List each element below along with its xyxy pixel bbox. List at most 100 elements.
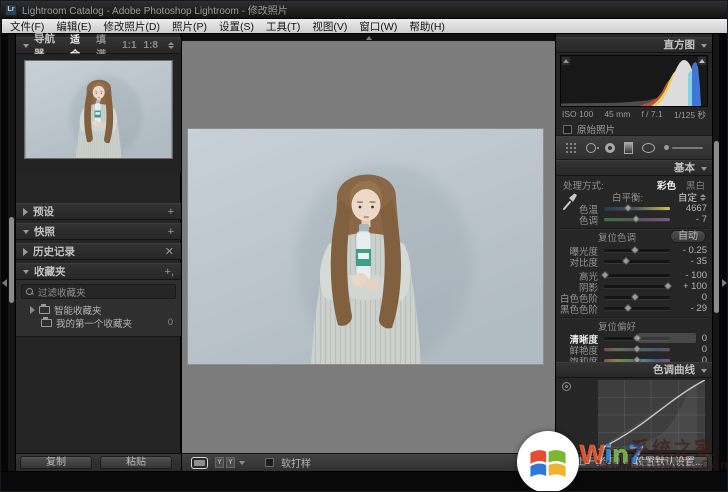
target-adjustment-icon[interactable] [562, 382, 571, 391]
graduated-filter-icon[interactable] [624, 142, 633, 154]
radial-filter-icon[interactable] [642, 143, 655, 153]
collapse-up-icon[interactable] [366, 36, 372, 40]
chevron-down-icon [701, 167, 707, 171]
original-photo-checkbox[interactable] [563, 125, 572, 134]
top-panel-collapse-strip[interactable] [182, 34, 555, 41]
slider-thumb[interactable] [631, 293, 639, 301]
panel-collections[interactable]: 收藏夹 +, [16, 263, 181, 280]
filmstrip-collapsed[interactable] [1, 471, 728, 492]
menu-tools[interactable]: 工具(T) [260, 19, 306, 34]
presets-add-button[interactable]: + [168, 206, 174, 218]
highlights-slider[interactable] [604, 274, 670, 277]
menu-view[interactable]: 视图(V) [306, 19, 353, 34]
wb-select[interactable]: 自定 [678, 190, 712, 204]
slider-thumb[interactable] [631, 215, 639, 223]
chevron-down-icon[interactable] [239, 461, 245, 465]
panel-presets[interactable]: 预设 + [16, 203, 181, 220]
tint-slider[interactable] [604, 218, 670, 221]
highlight-clipping-toggle[interactable] [697, 56, 707, 66]
soft-proof-checkbox[interactable] [265, 458, 274, 467]
before-after-left-icon[interactable]: Y [215, 457, 224, 468]
basic-header[interactable]: 基本 [556, 160, 712, 176]
menu-settings[interactable]: 设置(S) [213, 19, 260, 34]
crop-icon[interactable] [565, 142, 577, 154]
snapshots-add-button[interactable]: + [168, 226, 174, 238]
folder-icon [39, 306, 50, 314]
slider-thumb[interactable] [633, 334, 641, 342]
collection-icon [41, 319, 52, 327]
vibrance-slider[interactable] [604, 348, 670, 351]
spot-removal-icon[interactable] [586, 143, 596, 153]
previous-button[interactable]: 上一张 [561, 456, 621, 469]
loupe-view-icon[interactable] [191, 457, 208, 469]
soft-proof-label: 软打样 [281, 455, 311, 470]
preview-area: Y Y 软打样 [181, 34, 556, 471]
histogram-header[interactable]: 直方图 [556, 37, 712, 53]
search-icon [26, 288, 34, 296]
zoom-1-1[interactable]: 1:1 [122, 40, 136, 51]
right-panel-group: 直方图 ISO 100 45 mm f / 7.1 1/125 秒 原始照片 [556, 34, 712, 471]
navigator-header[interactable]: 导航器 适合 填满 1:1 1:8 [16, 37, 181, 54]
chevron-down-icon [701, 44, 707, 48]
adjustment-brush-icon[interactable] [664, 145, 703, 150]
paste-button[interactable]: 粘贴 [100, 456, 172, 469]
collection-item-smart[interactable]: 智能收藏夹 [16, 303, 181, 316]
menu-window[interactable]: 窗口(W) [353, 19, 403, 34]
panel-snapshots[interactable]: 快照 + [16, 223, 181, 240]
original-photo-row: 原始照片 [563, 122, 615, 136]
chevron-right-icon [30, 306, 35, 314]
left-panel-collapse-strip[interactable] [1, 34, 8, 471]
exposure-slider[interactable] [604, 249, 670, 252]
shadows-slider[interactable] [604, 285, 670, 288]
menu-help[interactable]: 帮助(H) [403, 19, 451, 34]
redeye-icon[interactable] [605, 143, 615, 153]
aperture-value: f / 7.1 [641, 109, 662, 121]
zoom-spinner-icon[interactable] [168, 42, 174, 49]
presence-section-row: 复位偏好 [556, 320, 712, 332]
lightroom-window: Lr Lightroom Catalog - Adobe Photoshop L… [0, 0, 728, 492]
shadow-clipping-toggle[interactable] [561, 56, 571, 66]
slider-thumb[interactable] [631, 246, 639, 254]
history-clear-button[interactable]: ✕ [165, 245, 174, 258]
zoom-1-8[interactable]: 1:8 [144, 40, 158, 51]
set-default-button[interactable]: 设置默认设置... [630, 456, 708, 469]
app-icon: Lr [5, 4, 17, 16]
collections-add-button[interactable]: +, [165, 266, 174, 278]
slider-thumb[interactable] [633, 345, 641, 353]
treatment-color-option[interactable]: 彩色 [657, 178, 676, 192]
right-footer: 上一张 设置默认设置... [556, 453, 712, 471]
collapse-left-icon[interactable] [2, 279, 7, 287]
chevron-right-icon [23, 248, 28, 256]
tone-curve-header[interactable]: 色调曲线 [556, 362, 712, 378]
auto-tone-button[interactable]: 自动 [670, 230, 706, 243]
blacks-slider[interactable] [604, 307, 670, 310]
collections-filter-input[interactable]: 过滤收藏夹 [21, 284, 176, 299]
right-panel-collapse-strip[interactable] [719, 34, 728, 471]
chevron-down-icon [23, 270, 29, 274]
before-after-right-icon[interactable]: Y [226, 457, 235, 468]
clarity-slider[interactable] [604, 337, 670, 340]
copy-button[interactable]: 复制 [20, 456, 92, 469]
main-photo[interactable] [188, 129, 543, 364]
temp-slider[interactable] [604, 207, 670, 210]
basic-title: 基本 [674, 162, 695, 174]
navigator-thumbnail[interactable] [25, 61, 172, 158]
left-scrollbar-thumb[interactable] [9, 217, 14, 303]
right-scrollbar[interactable] [712, 34, 719, 471]
collection-item-first[interactable]: 我的第一个收藏夹 0 [16, 316, 181, 329]
snapshots-title: 快照 [34, 224, 55, 239]
slider-thumb[interactable] [624, 204, 632, 212]
iso-value: ISO 100 [562, 109, 593, 121]
contrast-slider[interactable] [604, 260, 670, 263]
left-scrollbar[interactable] [8, 34, 16, 471]
slider-thumb[interactable] [624, 304, 632, 312]
collection-label: 智能收藏夹 [54, 303, 102, 317]
whites-slider[interactable] [604, 296, 670, 299]
histogram[interactable] [560, 55, 708, 107]
collapse-right-icon[interactable] [722, 279, 727, 287]
slider-thumb[interactable] [622, 257, 630, 265]
collection-count: 0 [168, 317, 181, 328]
tone-curve-panel[interactable] [597, 379, 706, 451]
panel-history[interactable]: 历史记录 ✕ [16, 243, 181, 260]
shutter-value: 1/125 秒 [674, 109, 706, 121]
